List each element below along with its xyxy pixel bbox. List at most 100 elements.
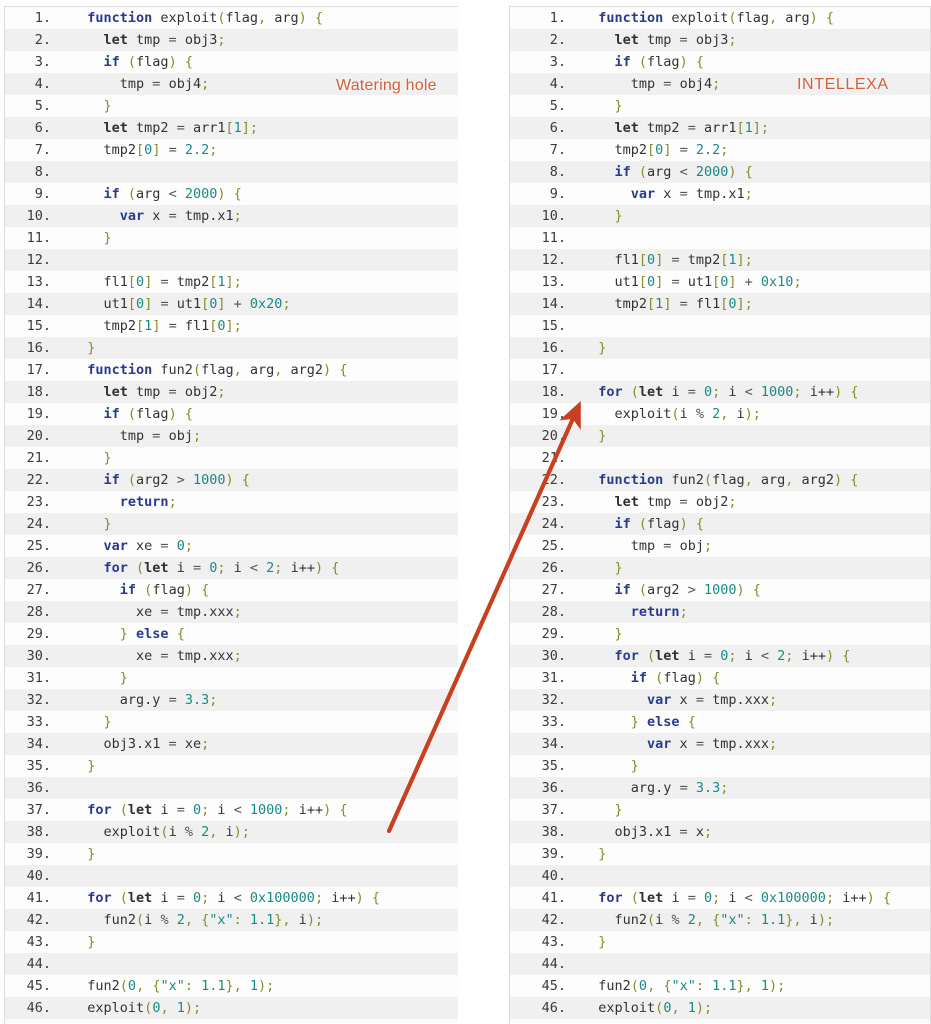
line-number: 11. <box>541 230 566 246</box>
token-pun: ; <box>768 736 778 752</box>
line-number: 29. <box>541 626 566 642</box>
token-id: tmp.xxx <box>703 736 769 752</box>
token-id: flag <box>712 472 745 488</box>
token-str: "x" <box>720 912 745 928</box>
token-pun: ( <box>136 582 153 598</box>
token-pun: ( <box>638 648 656 664</box>
code-line-text: return; <box>572 601 930 623</box>
token-id: obj3 <box>176 32 218 48</box>
token-op: = <box>168 208 177 224</box>
code-line: 15. tmp2[1] = fl1[0]; <box>5 315 458 337</box>
token-id: tmp <box>127 384 169 400</box>
token-op: = <box>152 274 177 290</box>
code-line-text: tmp = obj; <box>57 425 458 447</box>
code-line: 35. } <box>5 755 458 777</box>
token-id: i <box>720 890 745 906</box>
token-id: i <box>655 912 672 928</box>
token-id: tmp.x1 <box>687 186 745 202</box>
token-id: exploit <box>152 10 218 26</box>
token-id: tmp2 <box>614 142 648 158</box>
token-kw2: let <box>638 384 664 400</box>
line-number: 30. <box>541 648 566 664</box>
token-pun: ; <box>184 538 193 554</box>
line-number: 8. <box>34 164 51 180</box>
code-line-text: tmp2[1] = fl1[0]; <box>572 293 930 315</box>
token-pun: , { <box>184 912 210 928</box>
token-op: < <box>249 560 267 576</box>
code-line-text: } <box>572 931 930 953</box>
token-num: 0 <box>192 890 202 906</box>
token-num: 0 <box>127 978 137 994</box>
token-id: exploit <box>598 1000 656 1016</box>
token-pun: ; <box>168 494 177 510</box>
code-line: 21. <box>510 447 930 469</box>
token-pun: ( <box>119 472 137 488</box>
token-pun: } <box>103 230 112 246</box>
line-number: 26. <box>26 560 51 576</box>
token-id: exploit <box>87 1000 145 1016</box>
token-kw: for <box>598 384 623 400</box>
line-number: 36. <box>541 780 566 796</box>
token-id: flag <box>663 670 696 686</box>
token-op: < <box>233 802 250 818</box>
token-kw2: let <box>103 384 128 400</box>
token-pun: ; <box>728 494 737 510</box>
token-num: 2 <box>201 824 210 840</box>
code-line-text: if (flag) { <box>572 51 930 73</box>
code-line-text: for (let i = 0; i < 2; i++) { <box>57 557 458 579</box>
code-line: 6. let tmp2 = arr1[1]; <box>5 117 458 139</box>
token-id: i <box>217 824 234 840</box>
token-pun: ] <box>217 296 226 312</box>
token-pun: ( <box>647 912 656 928</box>
token-kw: if <box>630 670 648 686</box>
token-pun: } <box>614 626 623 642</box>
line-number: 39. <box>26 846 51 862</box>
token-id: i <box>728 406 745 422</box>
token-id: i++ <box>834 890 867 906</box>
token-pun: ; <box>744 252 753 268</box>
token-op: = <box>152 296 177 312</box>
line-number: 32. <box>541 692 566 708</box>
code-line-text: tmp2[1] = fl1[0]; <box>57 315 458 337</box>
line-number: 17. <box>541 362 566 378</box>
code-line-text: for (let i = 0; i < 2; i++) { <box>572 645 930 667</box>
token-pun: } <box>103 516 112 532</box>
token-str: "x" <box>160 978 185 994</box>
code-panel-left: 1. function exploit(flag, arg) {2. let t… <box>4 6 458 1024</box>
token-op: = <box>160 142 185 158</box>
token-pun: ); <box>233 824 250 840</box>
token-pun: } <box>598 934 607 950</box>
token-id: fl1 <box>184 318 210 334</box>
code-line: 30. for (let i = 0; i < 2; i++) { <box>510 645 930 667</box>
token-pun: } <box>87 340 96 356</box>
token-pun: } <box>103 714 112 730</box>
token-id: obj2 <box>176 384 218 400</box>
line-number: 22. <box>26 472 51 488</box>
token-id: fun2 <box>598 978 631 994</box>
line-number: 26. <box>541 560 566 576</box>
token-id: i <box>720 384 745 400</box>
token-id: tmp2 <box>638 120 688 136</box>
token-id: i++ <box>290 802 324 818</box>
line-number: 25. <box>541 538 566 554</box>
code-line-text: } <box>57 931 458 953</box>
code-line: 42. fun2(i % 2, {"x": 1.1}, i); <box>5 909 458 931</box>
token-kw: else <box>136 626 169 642</box>
line-number: 23. <box>26 494 51 510</box>
code-line: 5. } <box>510 95 930 117</box>
token-num: 1 <box>233 120 242 136</box>
code-line: 17. function fun2(flag, arg, arg2) { <box>5 359 458 381</box>
token-pun: ) { <box>825 648 851 664</box>
token-num: 2 <box>176 912 185 928</box>
token-pun: , { <box>136 978 161 994</box>
token-pun: ( <box>160 824 169 840</box>
code-line-text: let tmp = obj2; <box>57 381 458 403</box>
token-num: 1000 <box>695 582 737 598</box>
code-line: 17. <box>510 359 930 381</box>
code-line: 1. function exploit(flag, arg) { <box>510 7 930 29</box>
code-line: 38. exploit(i % 2, i); <box>5 821 458 843</box>
token-pun: }, <box>736 978 753 994</box>
line-number: 43. <box>26 934 51 950</box>
token-id: tmp2 <box>103 318 137 334</box>
token-str: "x" <box>671 978 696 994</box>
